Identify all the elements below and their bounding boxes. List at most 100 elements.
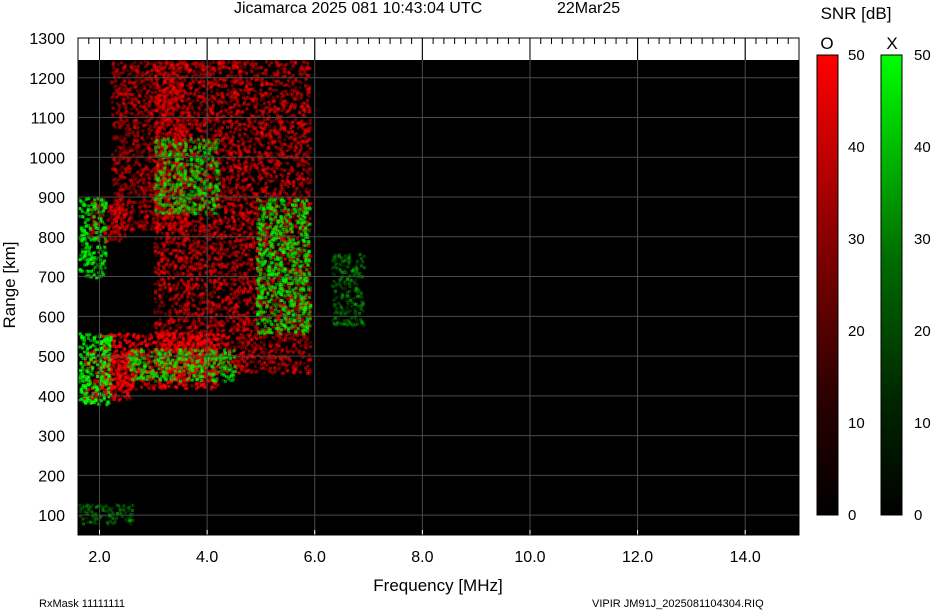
heatmap-cell-O [211,303,215,307]
heatmap-cell-O [226,282,230,286]
heatmap-cell-O [244,340,247,344]
heatmap-cell-O [305,87,309,91]
heatmap-cell-O [248,112,252,116]
heatmap-cell-O [157,267,160,271]
heatmap-cell-O [193,91,197,95]
heatmap-cell-O [249,67,253,71]
heatmap-cell-O [118,332,122,336]
heatmap-cell-O [177,280,180,284]
heatmap-cell-O [190,269,194,272]
heatmap-cell-O [252,147,256,151]
heatmap-cell-O [199,103,203,107]
heatmap-cell-O [171,232,175,235]
heatmap-cell-O [196,251,200,255]
heatmap-cell-O [220,200,224,203]
heatmap-cell-O [298,360,302,364]
heatmap-cell-O [154,254,158,258]
heatmap-cell-O [238,72,242,76]
heatmap-cell-O [121,380,125,384]
heatmap-cell-O [260,160,264,164]
heatmap-cell-O [267,141,270,145]
heatmap-cell-O [199,252,203,256]
heatmap-cell-O [181,377,185,381]
heatmap-cell-O [122,366,126,370]
heatmap-cell-O [305,73,309,77]
heatmap-cell-O [114,334,118,337]
heatmap-cell-O [113,350,117,354]
heatmap-cell-O [117,398,121,402]
heatmap-cell-O [190,105,194,109]
heatmap-cell-O [177,382,181,386]
heatmap-cell-O [262,367,266,371]
heatmap-cell-O [274,83,278,87]
heatmap-cell-O [217,295,221,299]
heatmap-cell-O [276,95,280,99]
heatmap-cell-O [188,251,191,255]
heatmap-cell-O [166,259,170,263]
heatmap-cell-O [286,100,290,104]
heatmap-cell-O [275,175,279,179]
heatmap-cell-O [162,384,166,387]
heatmap-cell-O [182,338,186,342]
heatmap-cell-O [294,145,298,149]
heatmap-cell-O [263,118,266,122]
heatmap-cell-O [229,70,233,74]
heatmap-cell-O [278,136,282,140]
heatmap-cell-O [175,337,179,341]
heatmap-cell-O [215,88,219,92]
heatmap-cell-O [128,379,132,383]
heatmap-cell-O [283,138,287,142]
heatmap-cell-O [194,381,198,385]
heatmap-cell-O [199,328,203,332]
heatmap-cell-O [235,183,239,187]
heatmap-cell-O [188,272,192,276]
heatmap-cell-O [208,61,212,65]
heatmap-cell-O [195,61,199,65]
heatmap-cell-O [251,305,255,309]
heatmap-cell-O [125,341,129,345]
heatmap-cell-O [119,341,122,345]
heatmap-cell-O [179,267,183,271]
heatmap-cell-O [170,339,173,343]
heatmap-cell-O [238,324,242,328]
heatmap-cell-O [248,161,252,165]
heatmap-cell-O [239,329,243,333]
heatmap-cell-O [146,357,150,360]
heatmap-cell-O [273,109,277,113]
heatmap-cell-O [244,287,248,291]
heatmap-cell-O [279,98,283,102]
heatmap-cell-O [220,266,224,270]
heatmap-cell-O [285,192,289,195]
heatmap-cell-O [184,371,188,375]
heatmap-cell-O [111,398,115,402]
heatmap-cell-O [281,348,285,352]
heatmap-cell-O [241,92,245,96]
heatmap-cell-O [141,334,145,338]
heatmap-cell-O [254,62,258,66]
heatmap-cell-O [207,257,211,261]
heatmap-cell-O [212,125,216,129]
heatmap-cell-O [291,184,295,188]
heatmap-cell-O [207,216,211,220]
heatmap-cell-O [254,327,258,331]
heatmap-cell-O [253,333,257,337]
heatmap-cell-O [241,140,245,143]
heatmap-cell-O [306,364,310,368]
heatmap-cell-O [199,383,203,387]
heatmap-cell-O [243,168,247,172]
heatmap-cell-O [283,126,287,130]
heatmap-cell-O [157,251,161,255]
heatmap-cell-O [142,352,146,356]
heatmap-cell-O [234,244,238,248]
heatmap-cell-O [253,216,257,220]
heatmap-cell-O [229,164,233,168]
heatmap-cell-O [179,308,183,312]
heatmap-cell-O [128,339,132,343]
heatmap-cell-O [121,384,124,387]
heatmap-cell-O [123,347,127,351]
heatmap-cell-O [177,297,181,301]
heatmap-cell-O [250,137,253,141]
heatmap-cell-O [191,344,195,348]
heatmap-cell-O [212,60,215,64]
heatmap-cell-O [255,206,259,210]
